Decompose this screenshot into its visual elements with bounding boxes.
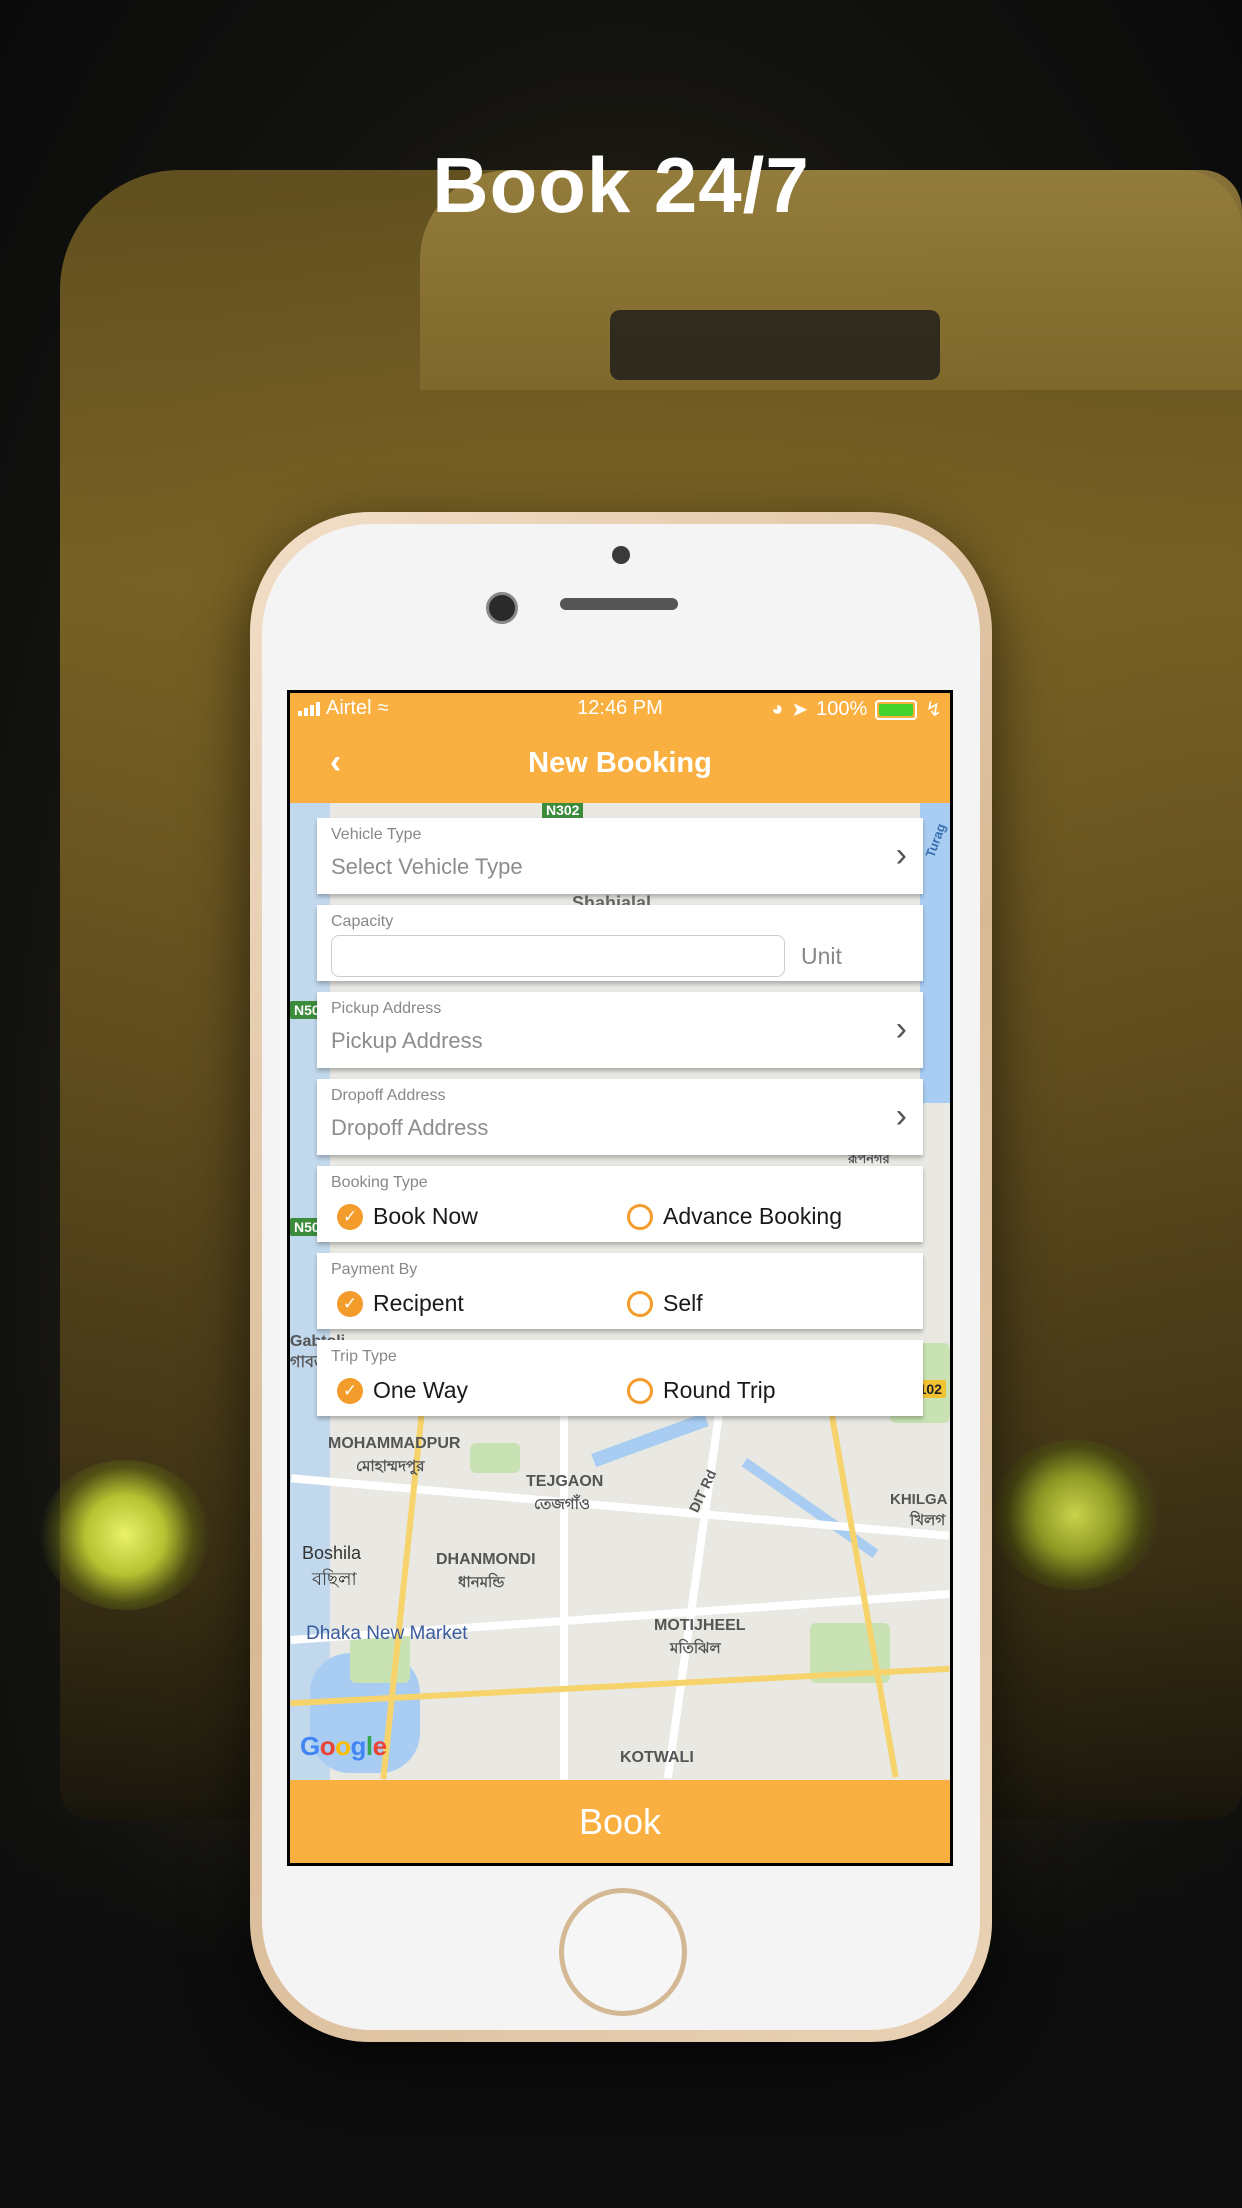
map-label: KOTWALI <box>620 1749 694 1766</box>
radio-unchecked-icon <box>627 1377 653 1404</box>
map-label: Boshila <box>302 1543 362 1563</box>
map-label: খিলগ <box>910 1512 946 1529</box>
phone-sensor <box>612 546 630 564</box>
radio-round-trip[interactable]: Round Trip <box>627 1377 776 1404</box>
map-shield: N302 <box>542 803 584 819</box>
radio-label: Round Trip <box>663 1377 776 1403</box>
book-button[interactable]: Book <box>290 1780 950 1863</box>
radio-checked-icon: ✓ <box>337 1290 363 1317</box>
field-label: Capacity <box>331 913 394 930</box>
radio-unchecked-icon <box>627 1203 653 1230</box>
field-label: Payment By <box>331 1261 418 1278</box>
page-headline: Book 24/7 <box>432 141 810 229</box>
chevron-right-icon: › <box>895 1010 907 1048</box>
map-label: মোহাম্মদপুর <box>356 1458 425 1475</box>
map-label: DIT Rd <box>685 1467 720 1515</box>
map-label: DHANMONDI <box>436 1551 536 1568</box>
background-headlight-left <box>40 1460 210 1610</box>
background-truck-window <box>610 310 940 380</box>
radio-unchecked-icon <box>627 1290 653 1317</box>
radio-book-now[interactable]: ✓ Book Now <box>337 1203 478 1230</box>
booking-type-group: Booking Type ✓ Book Now Advance Booking <box>317 1166 923 1242</box>
map-poi-label[interactable]: Dhaka New Market <box>306 1623 468 1645</box>
canal <box>741 1458 879 1558</box>
map-label: ধানমন্ডি <box>458 1574 505 1591</box>
battery-icon <box>875 699 918 720</box>
capacity-field: Capacity Unit <box>317 905 923 981</box>
field-label: Trip Type <box>331 1348 397 1365</box>
trip-type-group: Trip Type ✓ One Way Round Trip <box>317 1340 923 1416</box>
dropoff-address-field[interactable]: Dropoff Address Dropoff Address › <box>317 1079 923 1155</box>
lake <box>591 1412 709 1468</box>
vehicle-type-field[interactable]: Vehicle Type Select Vehicle Type › <box>317 818 923 894</box>
vehicle-type-placeholder: Select Vehicle Type <box>331 854 523 879</box>
road <box>663 1404 725 1779</box>
field-label: Pickup Address <box>331 1000 442 1017</box>
radio-label: Advance Booking <box>663 1203 843 1229</box>
phone-screen: Airtel ≈ 12:46 PM ◕ ➤ 100% ↯ ‹ New Booki… <box>287 690 953 1866</box>
radio-recipient[interactable]: ✓ Recipent <box>337 1290 464 1317</box>
capacity-unit: Unit <box>801 943 842 969</box>
field-label: Dropoff Address <box>331 1087 446 1104</box>
radio-one-way[interactable]: ✓ One Way <box>337 1377 468 1404</box>
map-label: মতিঝিল <box>670 1640 721 1657</box>
map-label: MOTIJHEEL <box>654 1617 746 1634</box>
map-label: বছিলা <box>312 1569 357 1589</box>
radio-label: Recipent <box>373 1290 464 1316</box>
map-label: KHILGA <box>890 1491 948 1508</box>
highway <box>827 1405 899 1778</box>
radio-checked-icon: ✓ <box>337 1377 363 1404</box>
radio-checked-icon: ✓ <box>337 1203 363 1230</box>
radio-label: Self <box>663 1290 703 1316</box>
dropoff-address-placeholder: Dropoff Address <box>331 1115 489 1140</box>
rotation-lock-icon: ◕ <box>771 698 784 720</box>
charging-icon: ↯ <box>925 699 942 721</box>
phone-speaker <box>560 598 678 610</box>
capacity-input[interactable] <box>331 935 785 977</box>
google-logo: Google <box>300 1731 387 1761</box>
home-button[interactable] <box>559 1888 687 2016</box>
background-headlight-right <box>990 1440 1160 1590</box>
map-label: TEJGAON <box>526 1473 604 1490</box>
chevron-right-icon: › <box>895 836 907 874</box>
phone-camera <box>486 592 518 624</box>
road <box>560 1403 568 1780</box>
nav-bar: ‹ New Booking <box>290 725 950 803</box>
payment-by-group: Payment By ✓ Recipent Self <box>317 1253 923 1329</box>
map-label: MOHAMMADPUR <box>328 1435 461 1452</box>
page-title: New Booking <box>528 747 712 779</box>
map-view[interactable]: N302 N50 N50 Z1102 Turag Shahjalal Gabto… <box>290 803 950 1780</box>
field-label: Vehicle Type <box>331 826 422 843</box>
radio-advance-booking[interactable]: Advance Booking <box>627 1203 842 1230</box>
pickup-address-field[interactable]: Pickup Address Pickup Address › <box>317 992 923 1068</box>
pickup-address-placeholder: Pickup Address <box>331 1028 483 1053</box>
chevron-right-icon: › <box>895 1097 907 1135</box>
radio-label: One Way <box>373 1377 469 1403</box>
radio-self[interactable]: Self <box>627 1290 703 1317</box>
location-arrow-icon: ➤ <box>791 699 809 721</box>
field-label: Booking Type <box>331 1174 428 1191</box>
status-bar: Airtel ≈ 12:46 PM ◕ ➤ 100% ↯ <box>290 693 950 725</box>
map-label: তেজগাঁও <box>534 1496 590 1513</box>
radio-label: Book Now <box>373 1203 478 1229</box>
battery-percent: 100% <box>816 698 868 720</box>
park <box>470 1443 520 1473</box>
